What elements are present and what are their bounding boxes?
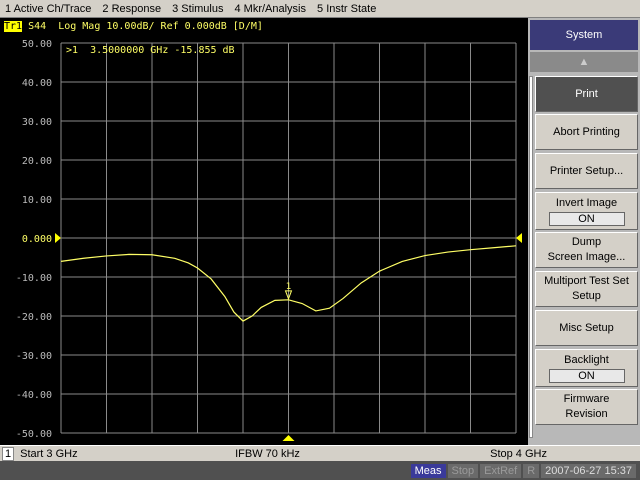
y-tick-label: -20.00 — [16, 312, 52, 323]
status-meas: Meas — [410, 463, 446, 478]
y-tick-label: -10.00 — [16, 273, 52, 284]
y-tick-label: 20.00 — [22, 156, 52, 167]
trace-badge[interactable]: Tr1 — [4, 21, 23, 32]
backlight-label: Backlight — [564, 354, 609, 366]
invert-image-label: Invert Image — [555, 197, 618, 209]
reference-level-marker-right — [516, 233, 522, 243]
marker-readout: >1 3.5000000 GHz -15.855 dB — [66, 45, 235, 56]
softkey-backlight[interactable]: Backlight ON — [535, 349, 638, 387]
menu-active-ch-trace[interactable]: 1 Active Ch/Trace — [0, 0, 97, 17]
y-tick-label: 0.000 — [22, 234, 52, 245]
y-tick-label: 50.00 — [22, 39, 52, 50]
softkey-misc-setup[interactable]: Misc Setup — [535, 310, 638, 346]
start-frequency[interactable]: Start 3 GHz — [20, 448, 235, 460]
softkey-print[interactable]: Print — [535, 76, 638, 112]
y-tick-label: 40.00 — [22, 78, 52, 89]
softkey-title: System — [530, 20, 638, 50]
reference-level-marker — [55, 233, 61, 243]
softkey-abort-printing[interactable]: Abort Printing — [535, 114, 638, 150]
trace-header: Tr1 S44 Log Mag 10.00dB/ Ref 0.000dB [D/… — [4, 21, 263, 32]
status-datetime: 2007-06-27 15:37 — [541, 463, 636, 478]
y-tick-label: 30.00 — [22, 117, 52, 128]
status-r: R — [523, 463, 540, 478]
invert-image-value: ON — [548, 212, 625, 226]
stop-frequency[interactable]: Stop 4 GHz — [490, 448, 547, 460]
chart-svg: 50.00 40.00 30.00 20.00 10.00 0.000 -10.00 -20.… — [16, 39, 522, 441]
menu-mkr-analysis[interactable]: 4 Mkr/Analysis — [229, 0, 312, 17]
channel-status-bar: 1 Start 3 GHz IFBW 70 kHz Stop 4 GHz — [0, 445, 640, 461]
status-stop: Stop — [447, 463, 479, 478]
scroll-up-button[interactable]: ▲ — [530, 52, 638, 72]
channel-number: 1 — [2, 446, 15, 461]
menu-instr-state[interactable]: 5 Instr State — [312, 0, 382, 17]
menu-response[interactable]: 2 Response — [97, 0, 167, 17]
menu-stimulus[interactable]: 3 Stimulus — [167, 0, 229, 17]
y-tick-label: 10.00 — [22, 195, 52, 206]
status-extref: ExtRef — [480, 463, 522, 478]
softkey-panel: System ▲ Print Abort Printing Printer Se… — [528, 18, 640, 445]
active-marker-stimulus-indicator — [282, 435, 295, 441]
softkey-invert-image[interactable]: Invert Image ON — [535, 192, 638, 230]
softkey-scrollbar[interactable] — [529, 76, 533, 438]
y-tick-label: -50.00 — [16, 429, 52, 440]
trace-plot: 50.00 40.00 30.00 20.00 10.00 0.000 -10.00 -20.… — [0, 18, 528, 445]
trace-header-text: S44 Log Mag 10.00dB/ Ref 0.000dB [D/M] — [28, 21, 263, 32]
y-tick-label: -30.00 — [16, 351, 52, 362]
menu-bar: 1 Active Ch/Trace 2 Response 3 Stimulus … — [0, 0, 640, 18]
instrument-status-bar: Meas Stop ExtRef R 2007-06-27 15:37 — [0, 461, 640, 480]
softkey-multiport-test-set-setup[interactable]: Multiport Test Set Setup — [535, 271, 638, 307]
softkey-firmware-revision[interactable]: Firmware Revision — [535, 389, 638, 425]
softkey-printer-setup[interactable]: Printer Setup... — [535, 153, 638, 189]
triangle-up-icon: ▲ — [578, 56, 590, 68]
backlight-value: ON — [548, 369, 625, 383]
softkey-dump-screen-image[interactable]: Dump Screen Image... — [535, 232, 638, 268]
y-tick-label: -40.00 — [16, 390, 52, 401]
marker-1-label: 1 — [286, 282, 291, 292]
ifbw[interactable]: IFBW 70 kHz — [235, 448, 490, 460]
